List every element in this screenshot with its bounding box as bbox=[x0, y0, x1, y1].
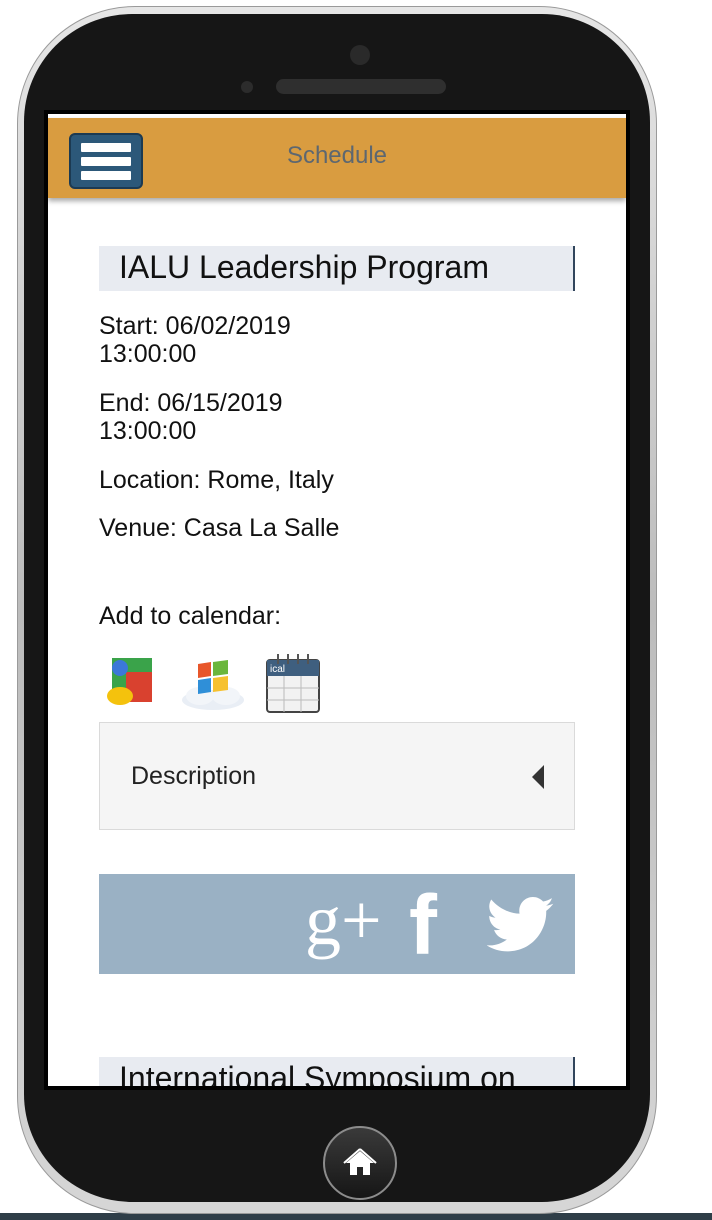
earpiece-speaker bbox=[276, 79, 446, 94]
add-to-calendar-label: Add to calendar: bbox=[99, 602, 282, 630]
google-plus-icon[interactable]: g+ bbox=[305, 880, 382, 960]
home-icon bbox=[343, 1148, 377, 1175]
proximity-sensor bbox=[241, 81, 253, 93]
event-location: Location: Rome, Italy bbox=[99, 466, 334, 494]
event-start-time: 13:00:00 bbox=[99, 340, 197, 368]
twitter-icon[interactable] bbox=[487, 896, 555, 954]
ical-label: ical bbox=[270, 664, 285, 675]
app-header: Schedule bbox=[48, 118, 626, 198]
event-end: End: 06/15/2019 13:00:00 bbox=[99, 389, 283, 445]
ical-icon[interactable]: ical bbox=[264, 654, 322, 714]
event-venue: Venue: Casa La Salle bbox=[99, 514, 340, 542]
event-start-date: Start: 06/02/2019 bbox=[99, 312, 291, 340]
share-bar: g+ f bbox=[99, 874, 575, 974]
event-end-date: End: 06/15/2019 bbox=[99, 389, 283, 417]
windows-live-calendar-icon[interactable] bbox=[180, 654, 246, 712]
event-end-time: 13:00:00 bbox=[99, 417, 197, 445]
home-button[interactable] bbox=[323, 1126, 397, 1200]
menu-bar-bottom bbox=[81, 170, 131, 180]
description-toggle[interactable]: Description bbox=[99, 722, 575, 830]
description-label: Description bbox=[131, 762, 257, 790]
event-title: IALU Leadership Program bbox=[119, 249, 489, 285]
menu-bar-top bbox=[81, 142, 131, 152]
phone-screen: Schedule IALU Leadership Program Start: … bbox=[44, 110, 630, 1090]
menu-button[interactable] bbox=[69, 133, 143, 189]
next-event-title: International Symposium on bbox=[119, 1060, 516, 1090]
event-start: Start: 06/02/2019 13:00:00 bbox=[99, 312, 291, 368]
menu-bar-middle bbox=[81, 156, 131, 166]
desktop-bottom-strip bbox=[0, 1213, 712, 1220]
event-title-box: IALU Leadership Program bbox=[99, 246, 575, 291]
google-calendar-icon[interactable] bbox=[102, 654, 156, 710]
facebook-icon[interactable]: f bbox=[409, 880, 437, 970]
chevron-left-icon bbox=[532, 765, 544, 789]
front-camera bbox=[350, 45, 370, 65]
next-event-title-box: International Symposium on bbox=[99, 1057, 575, 1090]
